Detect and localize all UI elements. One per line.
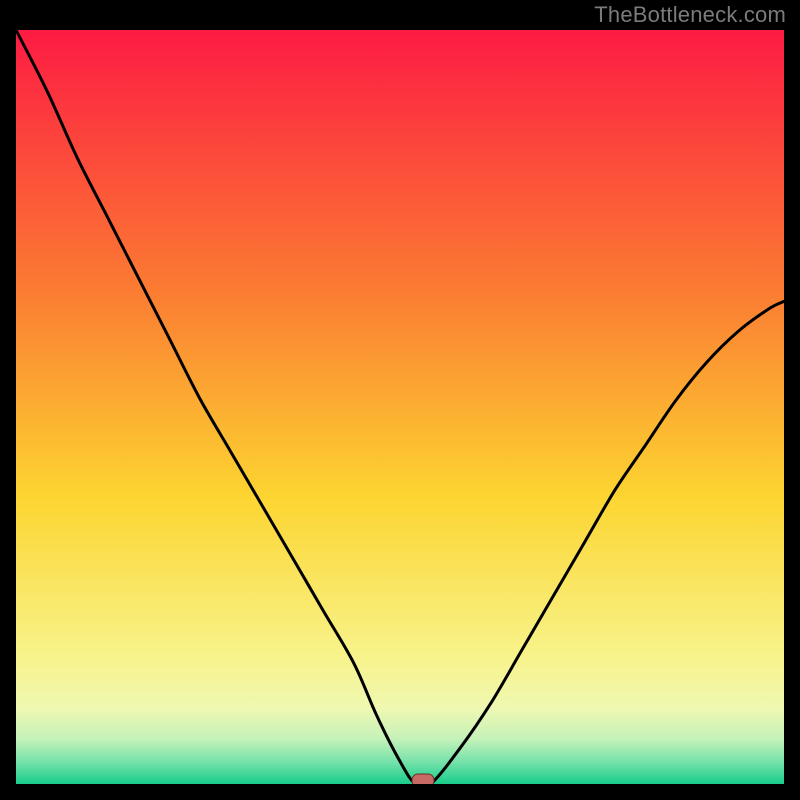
attribution-label: TheBottleneck.com (594, 2, 786, 28)
chart-frame: TheBottleneck.com (0, 0, 800, 800)
bottleneck-chart (16, 30, 784, 784)
gradient-background (16, 30, 784, 784)
plot-area (16, 30, 784, 784)
optimal-point-marker (412, 774, 434, 784)
